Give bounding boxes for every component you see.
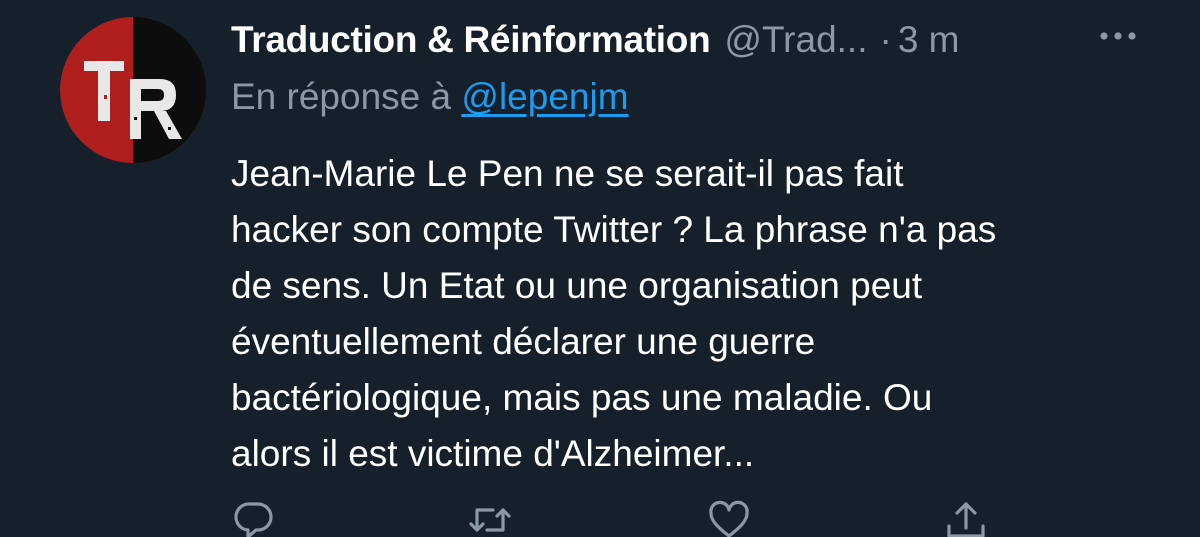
- author-handle[interactable]: @Trad...: [724, 19, 867, 61]
- reply-icon: [234, 502, 273, 537]
- retweet-icon: [469, 508, 511, 532]
- author-avatar[interactable]: [60, 17, 206, 163]
- share-button[interactable]: [943, 498, 989, 537]
- tweet-actions: [231, 498, 1011, 537]
- tweet-text-line: bactériologique, mais pas une maladie. O…: [231, 377, 933, 418]
- tweet-text-line: alors il est victime d'Alzheimer...: [231, 433, 755, 474]
- tweet-text-line: hacker son compte Twitter ? La phrase n'…: [231, 209, 997, 250]
- retweet-button[interactable]: [467, 498, 513, 537]
- more-icon[interactable]: [1098, 16, 1138, 56]
- tweet-text: Jean-Marie Le Pen ne se serait-il pas fa…: [231, 146, 1161, 482]
- avatar-logo-image: [60, 17, 206, 163]
- like-button[interactable]: [706, 498, 752, 537]
- tweet-text-line: Jean-Marie Le Pen ne se serait-il pas fa…: [231, 153, 904, 194]
- tweet-header: Traduction & Réinformation @Trad... · 3 …: [231, 14, 1181, 66]
- reply-button[interactable]: [231, 498, 277, 537]
- header-separator: ·: [879, 19, 892, 60]
- heart-icon: [709, 500, 749, 537]
- reply-prefix: En réponse à: [231, 76, 452, 117]
- tweet-text-line: éventuellement déclarer une guerre: [231, 321, 816, 362]
- reply-mention-link[interactable]: @lepenjm: [461, 76, 628, 117]
- reply-context: En réponse à @lepenjm: [231, 76, 629, 118]
- author-display-name[interactable]: Traduction & Réinformation: [231, 19, 711, 61]
- share-icon: [947, 502, 985, 537]
- tweet-text-line: de sens. Un Etat ou une organisation peu…: [231, 265, 923, 306]
- tweet-timestamp[interactable]: 3 m: [898, 19, 960, 61]
